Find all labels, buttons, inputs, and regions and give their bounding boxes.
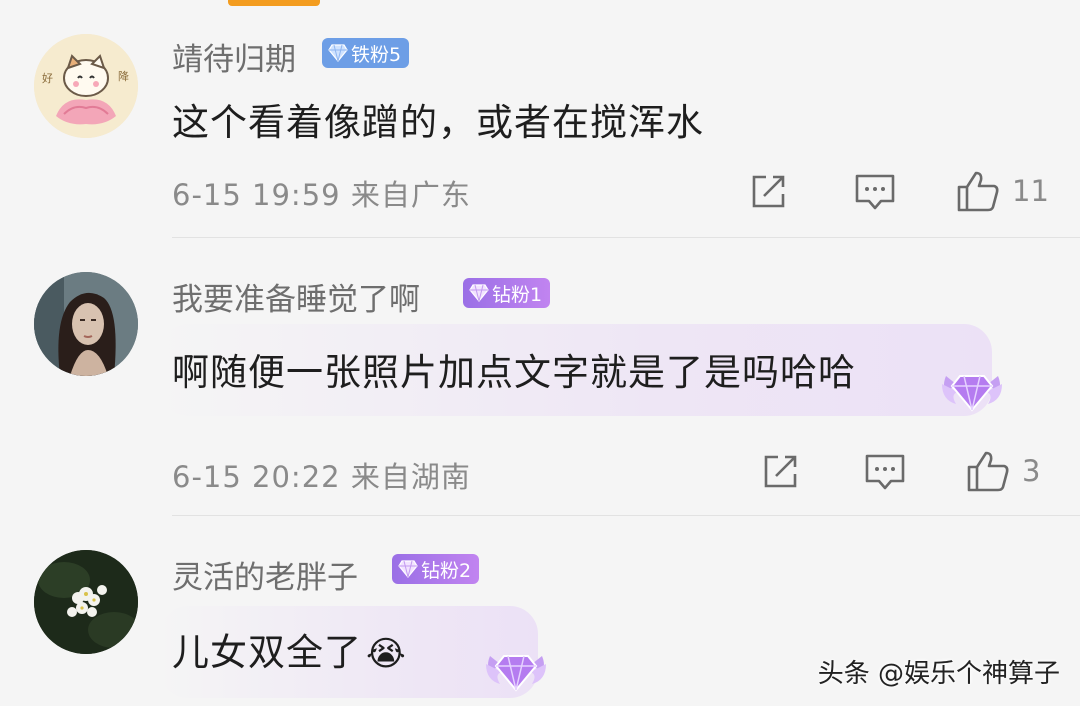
fan-badge-label: 铁粉5 — [351, 43, 402, 66]
diamond-wing-badge-icon — [942, 375, 1002, 412]
diamond-icon — [469, 284, 489, 302]
comment-icon — [865, 454, 905, 490]
fan-badge[interactable]: 钻粉2 — [392, 554, 480, 584]
comment-icon — [855, 174, 895, 210]
fan-badge[interactable]: 铁粉5 — [322, 38, 410, 68]
like-count: 3 — [1022, 454, 1041, 488]
diamond-icon — [328, 44, 348, 62]
svg-text:好: 好 — [42, 71, 53, 85]
like-icon — [957, 171, 999, 212]
fan-badge[interactable]: 钻粉1 — [463, 278, 551, 308]
reply-button[interactable] — [864, 452, 906, 492]
diamond-icon — [398, 560, 418, 578]
comment-text: 这个看着像蹭的，或者在搅浑水 — [172, 101, 704, 144]
like-button[interactable]: 3 — [966, 450, 1040, 492]
diamond-wing-badge-icon — [486, 655, 546, 692]
username[interactable]: 灵活的老胖子 — [172, 552, 358, 597]
share-button[interactable] — [748, 172, 788, 212]
avatar[interactable] — [34, 550, 138, 654]
comment-text: 儿女双全了 😭 — [172, 622, 407, 676]
username[interactable]: 我要准备睡觉了啊 — [172, 274, 420, 319]
share-icon — [764, 455, 797, 488]
comment-item: 好 降 靖待归期 铁粉5 这个看着像蹭的，或者在搅浑水 6-15 19:59 来… — [0, 0, 1080, 238]
comment-text-content: 儿女双全了 — [172, 631, 362, 674]
comment-item: 我要准备睡觉了啊 钻粉1 啊随便一张照片加点文字就是了是吗哈哈 6-15 20:… — [0, 238, 1080, 516]
avatar[interactable] — [34, 272, 138, 376]
fan-badge-label: 钻粉2 — [421, 559, 472, 582]
share-icon — [752, 175, 785, 208]
comment-meta: 6-15 19:59 来自广东 — [172, 178, 471, 212]
svg-text:降: 降 — [118, 69, 129, 83]
like-button[interactable]: 11 — [956, 170, 1049, 212]
like-icon — [967, 451, 1009, 492]
crying-emoji-icon: 😭 — [366, 634, 407, 674]
fan-badge-label: 钻粉1 — [492, 283, 543, 306]
share-button[interactable] — [760, 452, 800, 492]
comment-text: 啊随便一张照片加点文字就是了是吗哈哈 — [172, 351, 856, 394]
username[interactable]: 靖待归期 — [172, 34, 296, 79]
reply-button[interactable] — [854, 172, 896, 212]
avatar[interactable]: 好 降 — [34, 34, 138, 138]
comment-meta: 6-15 20:22 来自湖南 — [172, 460, 471, 494]
watermark: 头条 @娱乐个神算子 — [817, 659, 1060, 689]
like-count: 11 — [1012, 174, 1049, 208]
